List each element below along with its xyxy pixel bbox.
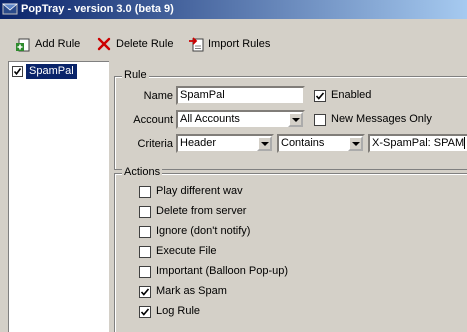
add-rule-button[interactable]: Add Rule (15, 34, 80, 54)
actions-group-title: Actions (122, 166, 163, 178)
criteria-text-field[interactable]: X-SpamPal: SPAM (368, 134, 467, 153)
import-rules-icon (188, 36, 204, 52)
action-label: Important (Balloon Pop-up) (156, 265, 289, 277)
action-label: Log Rule (156, 305, 201, 317)
rule-groupbox: Rule Name SpamPal Enabled Account All Ac… (114, 69, 467, 170)
delete-rule-button[interactable]: Delete Rule (96, 34, 173, 54)
add-rule-icon (15, 36, 31, 52)
chevron-down-icon[interactable] (288, 112, 303, 127)
import-rules-button[interactable]: Import Rules (188, 34, 270, 54)
rule-enabled-checkbox[interactable] (12, 66, 23, 77)
action-label: Execute File (156, 245, 217, 257)
enabled-label: Enabled (331, 89, 372, 101)
text-cursor (464, 137, 466, 150)
account-label: Account (133, 114, 173, 126)
delete-rule-icon (96, 36, 112, 52)
new-messages-only-checkbox[interactable] (314, 114, 326, 126)
action-label: Mark as Spam (156, 285, 227, 297)
name-label: Name (143, 90, 173, 102)
add-rule-label: Add Rule (35, 38, 81, 50)
rule-list-item[interactable]: SpamPal (11, 64, 107, 79)
rules-list[interactable]: SpamPal (8, 61, 109, 332)
action-label: Play different wav (156, 185, 243, 197)
criteria-operator-select[interactable]: Contains (277, 134, 365, 153)
enabled-checkbox[interactable] (314, 90, 326, 102)
action-checkbox[interactable] (139, 306, 151, 318)
action-label: Delete from server (156, 205, 247, 217)
poptray-app-icon[interactable] (1, 1, 19, 17)
action-checkbox[interactable] (139, 266, 151, 278)
rule-group-title: Rule (122, 69, 149, 81)
actions-groupbox: Actions Play different wav Delete from se… (114, 166, 467, 332)
new-messages-only-label: New Messages Only (331, 113, 432, 125)
action-checkbox[interactable] (139, 206, 151, 218)
toolbar: Add Rule Delete Rule Import Rules (0, 19, 467, 61)
window-title: PopTray - version 3.0 (beta 9) (21, 3, 174, 15)
criteria-operator-value: Contains (281, 137, 325, 149)
title-bar[interactable]: PopTray - version 3.0 (beta 9) (0, 0, 467, 19)
account-select[interactable]: All Accounts (176, 110, 305, 129)
action-checkbox[interactable] (139, 226, 151, 238)
action-checkbox[interactable] (139, 186, 151, 198)
rule-editor-panel: Rule Name SpamPal Enabled Account All Ac… (109, 61, 467, 332)
action-label: Ignore (don't notify) (156, 225, 251, 237)
criteria-text-value: X-SpamPal: SPAM (372, 137, 465, 149)
import-rules-label: Import Rules (208, 38, 271, 50)
criteria-label: Criteria (137, 138, 173, 150)
chevron-down-icon[interactable] (348, 136, 363, 151)
action-checkbox[interactable] (139, 286, 151, 298)
rule-list-item-label: SpamPal (26, 64, 77, 79)
account-select-value: All Accounts (180, 113, 240, 125)
chevron-down-icon[interactable] (257, 136, 272, 151)
name-field[interactable]: SpamPal (176, 86, 305, 105)
criteria-field-value: Header (180, 137, 217, 149)
action-checkbox[interactable] (139, 246, 151, 258)
criteria-field-select[interactable]: Header (176, 134, 274, 153)
delete-rule-label: Delete Rule (116, 38, 174, 50)
